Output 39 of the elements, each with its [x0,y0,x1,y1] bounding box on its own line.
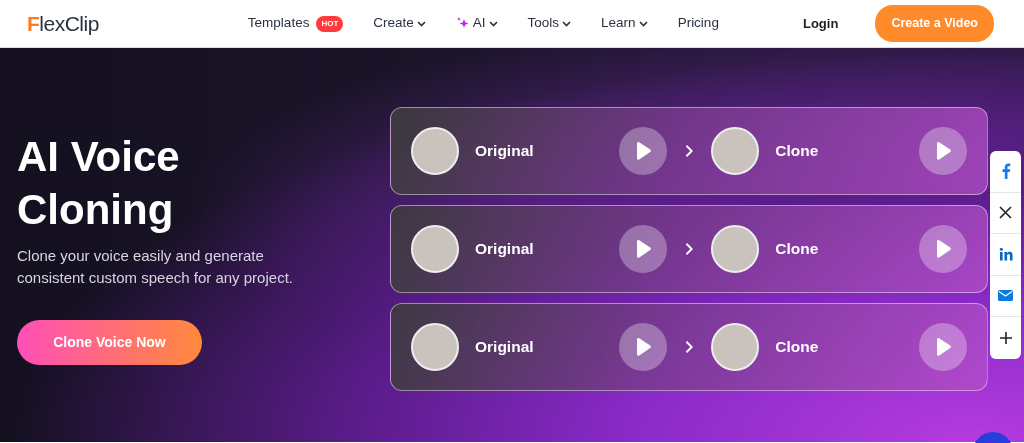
avatar-placeholder [411,127,459,175]
nav-link[interactable]: Learn [601,13,648,34]
play-button[interactable] [618,225,667,273]
play-button[interactable] [919,225,967,273]
chevron-icon [684,144,694,158]
avatar-placeholder [711,225,760,273]
nav-link[interactable]: AI [455,13,498,34]
nav-link[interactable]: Pricing [677,13,719,34]
hot-badge: HOT [316,15,344,32]
avatar-placeholder [411,323,459,371]
nav-link[interactable]: Tools [527,13,572,34]
caret-icon [416,20,426,27]
brand-logo[interactable]: FlexClip [27,13,99,34]
clone-label: Clone [775,141,820,162]
caret-icon [488,20,498,27]
caret-icon [562,20,572,27]
caret-icon [638,20,648,27]
original-label: Original [475,337,535,358]
play-button[interactable] [919,127,967,175]
original-label: Original [475,141,535,162]
play-icon [934,337,952,357]
play-button[interactable] [618,323,667,371]
hero-subtitle: Clone your voice easily and generate consistent custom speech for any project. [17,245,294,289]
clone-label: Clone [775,239,820,260]
avatar-placeholder [711,127,760,175]
play-button[interactable] [618,127,667,175]
chevron-icon [684,340,694,354]
original-label: Original [475,239,535,260]
play-button[interactable] [919,323,967,371]
login-link[interactable]: Login [803,13,839,34]
nav-link[interactable]: Templates HOT [247,13,344,34]
avatar-placeholder [711,323,760,371]
chevron-icon [684,242,694,256]
avatar-placeholder [411,225,459,273]
play-icon [934,239,952,259]
play-icon [934,141,952,161]
hero-title: AI Voice Cloning [17,132,181,235]
nav-link[interactable]: Create [373,13,426,34]
clone-label: Clone [775,337,820,358]
